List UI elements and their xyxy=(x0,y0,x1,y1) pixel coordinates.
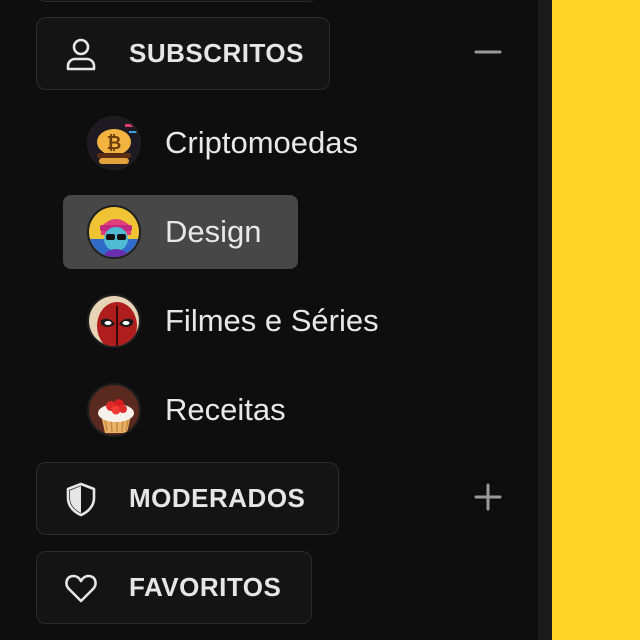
favoritos-section-button[interactable]: FAVORITOS xyxy=(36,551,312,624)
deadpool-avatar xyxy=(87,294,141,348)
design-label: Design xyxy=(165,214,262,249)
list-item-design[interactable]: Design xyxy=(63,195,298,269)
previous-section-button[interactable] xyxy=(36,0,318,2)
shield-icon xyxy=(63,481,99,517)
plus-icon xyxy=(473,482,503,517)
svg-text:₿: ₿ xyxy=(107,133,122,154)
expand-moderados-button[interactable] xyxy=(470,481,506,517)
moderados-label: MODERADOS xyxy=(129,483,306,513)
filmes-e-series-label: Filmes e Séries xyxy=(165,303,379,338)
bitcoin-burger-avatar: ₿ xyxy=(87,116,141,170)
sidebar: SUBSCRITOS ₿ Criptomoedas Design Filmes … xyxy=(0,0,538,640)
receitas-label: Receitas xyxy=(165,392,286,427)
favoritos-label: FAVORITOS xyxy=(129,572,282,602)
main-content-panel xyxy=(552,0,640,640)
cupcake-avatar xyxy=(87,383,141,437)
list-item-receitas[interactable]: Receitas xyxy=(63,373,314,447)
criptomoedas-label: Criptomoedas xyxy=(165,125,358,160)
minus-icon xyxy=(473,37,503,72)
user-icon xyxy=(63,36,99,72)
collapse-subscritos-button[interactable] xyxy=(470,36,506,72)
designer-avatar xyxy=(87,205,141,259)
list-item-criptomoedas[interactable]: ₿ Criptomoedas xyxy=(63,106,386,180)
heart-icon xyxy=(63,570,99,606)
list-item-filmes-e-series[interactable]: Filmes e Séries xyxy=(63,284,407,358)
subscritos-label: SUBSCRITOS xyxy=(129,38,304,68)
moderados-section-button[interactable]: MODERADOS xyxy=(36,462,339,535)
subscritos-section-button[interactable]: SUBSCRITOS xyxy=(36,17,330,90)
panel-divider xyxy=(538,0,552,640)
